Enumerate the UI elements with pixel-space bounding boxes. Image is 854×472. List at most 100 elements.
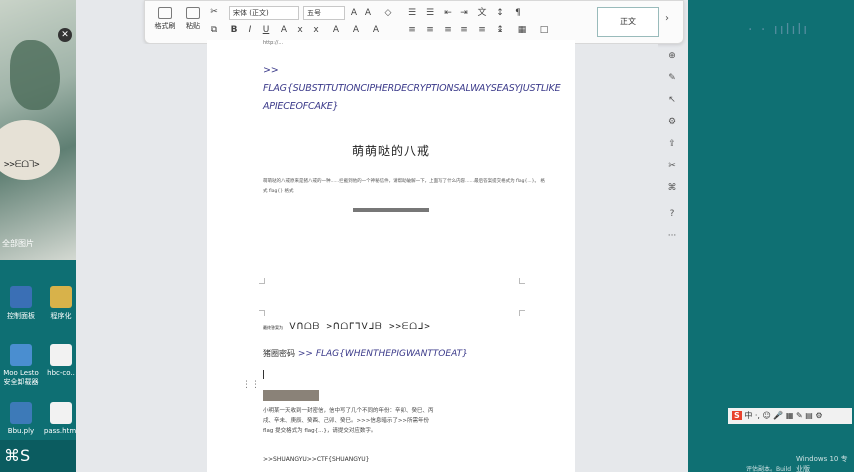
share-icon[interactable]: ⇪ xyxy=(666,138,678,150)
bold-icon[interactable]: B xyxy=(229,25,239,35)
numbering-icon[interactable]: ☰ xyxy=(425,8,435,18)
desktop-icon-uninstaller[interactable]: Moo Lesto 安全卸载器 xyxy=(2,344,40,387)
desktop-icon-label: Moo Lesto 安全卸载器 xyxy=(3,369,39,386)
cipher-answer: >>SHUANGYU>>CTF{SHUANGYU} xyxy=(263,456,370,463)
tools-icon[interactable]: ✂ xyxy=(666,160,678,172)
strikethrough-icon[interactable]: A xyxy=(279,25,289,35)
desktop-icon-python[interactable]: Bbu.ply xyxy=(2,402,40,435)
desktop-wallpaper: ✕ >>ᗴᗝᒣ> 全部图片 xyxy=(0,0,76,260)
pigpen-label: 猪圈密码 xyxy=(263,349,295,358)
margin-mark xyxy=(259,278,265,284)
close-icon[interactable]: ✕ xyxy=(58,28,72,42)
align-right-icon[interactable]: ≡ xyxy=(443,25,453,35)
desktop-icon-label: hbc-co.. xyxy=(47,369,75,377)
desktop-icon-html[interactable]: pass.html xyxy=(42,402,80,435)
flag-text: >> FLAG{SUBSTITUTIONCIPHERDECRYPTIONSALW… xyxy=(263,65,561,112)
pigpen-flag: 猪圈密码 >> FLAG{WHENTHEPIGWANTTOEAT} xyxy=(263,348,468,359)
document-area[interactable]: http://... >> FLAG{SUBSTITUTIONCIPHERDEC… xyxy=(76,40,677,472)
cut-icon[interactable]: ✂ xyxy=(209,7,219,17)
copy-icon[interactable]: ⧉ xyxy=(209,25,219,35)
watermark-text: · · ıılılı xyxy=(748,22,810,38)
select-icon[interactable]: ↖ xyxy=(666,94,678,106)
show-marks-icon[interactable]: ¶ xyxy=(513,8,523,18)
clear-format-icon[interactable]: ◇ xyxy=(383,8,393,18)
ime-toolbar[interactable]: S 中 ·, ☺ 🎤 ▦ ✎ ▤ ⚙ xyxy=(728,408,852,424)
embedded-image[interactable] xyxy=(263,390,319,401)
shading-icon[interactable]: ▦ xyxy=(517,25,527,35)
wallpaper-shape xyxy=(10,40,60,110)
align-left-icon[interactable]: ≡ xyxy=(407,25,417,35)
pigpen-flag-text: >> FLAG{WHENTHEPIGWANTTOEAT} xyxy=(297,349,468,359)
more-icon[interactable]: ··· xyxy=(666,230,678,242)
underline-icon[interactable]: U xyxy=(261,25,271,35)
font-name-select[interactable]: 宋体 (正文) xyxy=(229,6,299,20)
folder-icon xyxy=(50,286,72,308)
desktop-right: · · ıılılı S 中 ·, ☺ 🎤 ▦ ✎ ▤ ⚙ Windows 10… xyxy=(688,0,854,472)
bullets-icon[interactable]: ☰ xyxy=(407,8,417,18)
font-size-select[interactable]: 五号 xyxy=(303,6,345,20)
wallpaper-shape xyxy=(0,120,60,180)
decrease-indent-icon[interactable]: ⇤ xyxy=(443,8,453,18)
font-grow-icon[interactable]: A xyxy=(349,8,359,18)
drag-handle-icon[interactable]: ⋮⋮ xyxy=(242,380,260,390)
margin-mark xyxy=(519,278,525,284)
line-spacing-icon[interactable]: ↨ xyxy=(495,25,505,35)
desktop-icon-label: 程序化 xyxy=(50,312,72,320)
sogou-icon: S xyxy=(732,411,742,420)
text-cursor xyxy=(263,370,264,379)
format-painter-button[interactable]: 格式刷 xyxy=(153,7,177,31)
build-watermark: 评估副本。Build 21382.co_release.210511-1416 xyxy=(746,466,792,472)
wallpaper-caption: 全部图片 xyxy=(2,239,34,248)
char-shading-icon[interactable]: A xyxy=(371,25,381,35)
page-title: 萌萌哒的八戒 xyxy=(351,144,430,158)
desktop-icon-label: Bbu.ply xyxy=(7,427,35,435)
body-text: 萌萌哒的八戒原来是猪八戒的一种......拦截到他的一个神秘信件，请帮助破解一下… xyxy=(263,179,539,184)
chevron-right-icon[interactable]: › xyxy=(665,13,669,24)
embedded-image-strip[interactable] xyxy=(353,208,429,212)
settings-icon[interactable]: ⚙ xyxy=(666,116,678,128)
distributed-icon[interactable]: ≡ xyxy=(477,25,487,35)
ime-status: 中 ·, ☺ 🎤 ▦ ✎ ▤ ⚙ xyxy=(744,411,823,420)
uninstaller-icon xyxy=(10,344,32,366)
clipboard-icon xyxy=(186,7,200,19)
format-painter-label: 格式刷 xyxy=(154,22,176,30)
style-normal-button[interactable]: 正文 xyxy=(597,7,659,37)
font-color-icon[interactable]: A xyxy=(331,25,341,35)
brush-icon xyxy=(158,7,172,19)
paste-button[interactable]: 粘贴 xyxy=(181,7,205,31)
desktop-icon-file[interactable]: hbc-co.. xyxy=(42,344,80,377)
python-file-icon xyxy=(10,402,32,424)
subscript-icon[interactable]: x xyxy=(311,25,321,35)
file-icon xyxy=(50,344,72,366)
sort-icon[interactable]: ↕ xyxy=(495,8,505,18)
translate-icon[interactable]: ⌘ xyxy=(666,182,678,194)
taskbar-shortcut[interactable]: ⌘S xyxy=(0,440,76,472)
paste-label: 粘贴 xyxy=(186,22,200,30)
body-paragraph: 萌萌哒的八戒原来是猪八戒的一种......拦截到他的一个神秘信件，请帮助破解一下… xyxy=(263,177,548,197)
superscript-icon[interactable]: x xyxy=(295,25,305,35)
border-icon[interactable]: □ xyxy=(539,25,549,35)
help-icon[interactable]: ? xyxy=(666,208,678,220)
margin-mark xyxy=(259,310,265,316)
glyph-prefix: 最终答案为 xyxy=(263,325,283,330)
align-center-icon[interactable]: ≡ xyxy=(425,25,435,35)
justify-icon[interactable]: ≡ xyxy=(459,25,469,35)
story-paragraph: 小明某一天收到一封密信，信中写了几个不同的年份：辛卯、癸巳、丙戌、辛未、庚辰、癸… xyxy=(263,408,434,434)
zoom-icon[interactable]: ⊕ xyxy=(666,50,678,62)
wallpaper-glyphs: >>ᗴᗝᒣ> xyxy=(4,160,40,170)
highlight-icon[interactable]: A xyxy=(351,25,361,35)
pen-icon[interactable]: ✎ xyxy=(666,72,678,84)
chinese-layout-icon[interactable]: 文 xyxy=(477,8,487,18)
word-window: 格式刷 粘贴 ✂ ⧉ 宋体 (正文) 五号 A A ◇ B I U A x x … xyxy=(76,0,688,472)
link-text[interactable]: http://... xyxy=(263,40,283,46)
italic-icon[interactable]: I xyxy=(245,25,255,35)
desktop-icon-programs[interactable]: 程序化 xyxy=(42,286,80,321)
control-panel-icon xyxy=(10,286,32,308)
desktop-icon-control-panel[interactable]: 控制面板 xyxy=(2,286,40,321)
increase-indent-icon[interactable]: ⇥ xyxy=(459,8,469,18)
file-icon xyxy=(50,402,72,424)
glyph-text: ᐯᑎᗝᗷ >ᑎᗝᒥᒣᐯᒧᗷ >>ᗴᗝᒧ> xyxy=(289,322,431,332)
ribbon-toolbar: 格式刷 粘贴 ✂ ⧉ 宋体 (正文) 五号 A A ◇ B I U A x x … xyxy=(144,0,684,44)
font-shrink-icon[interactable]: A xyxy=(363,8,373,18)
document-page: http://... >> FLAG{SUBSTITUTIONCIPHERDEC… xyxy=(207,40,575,324)
